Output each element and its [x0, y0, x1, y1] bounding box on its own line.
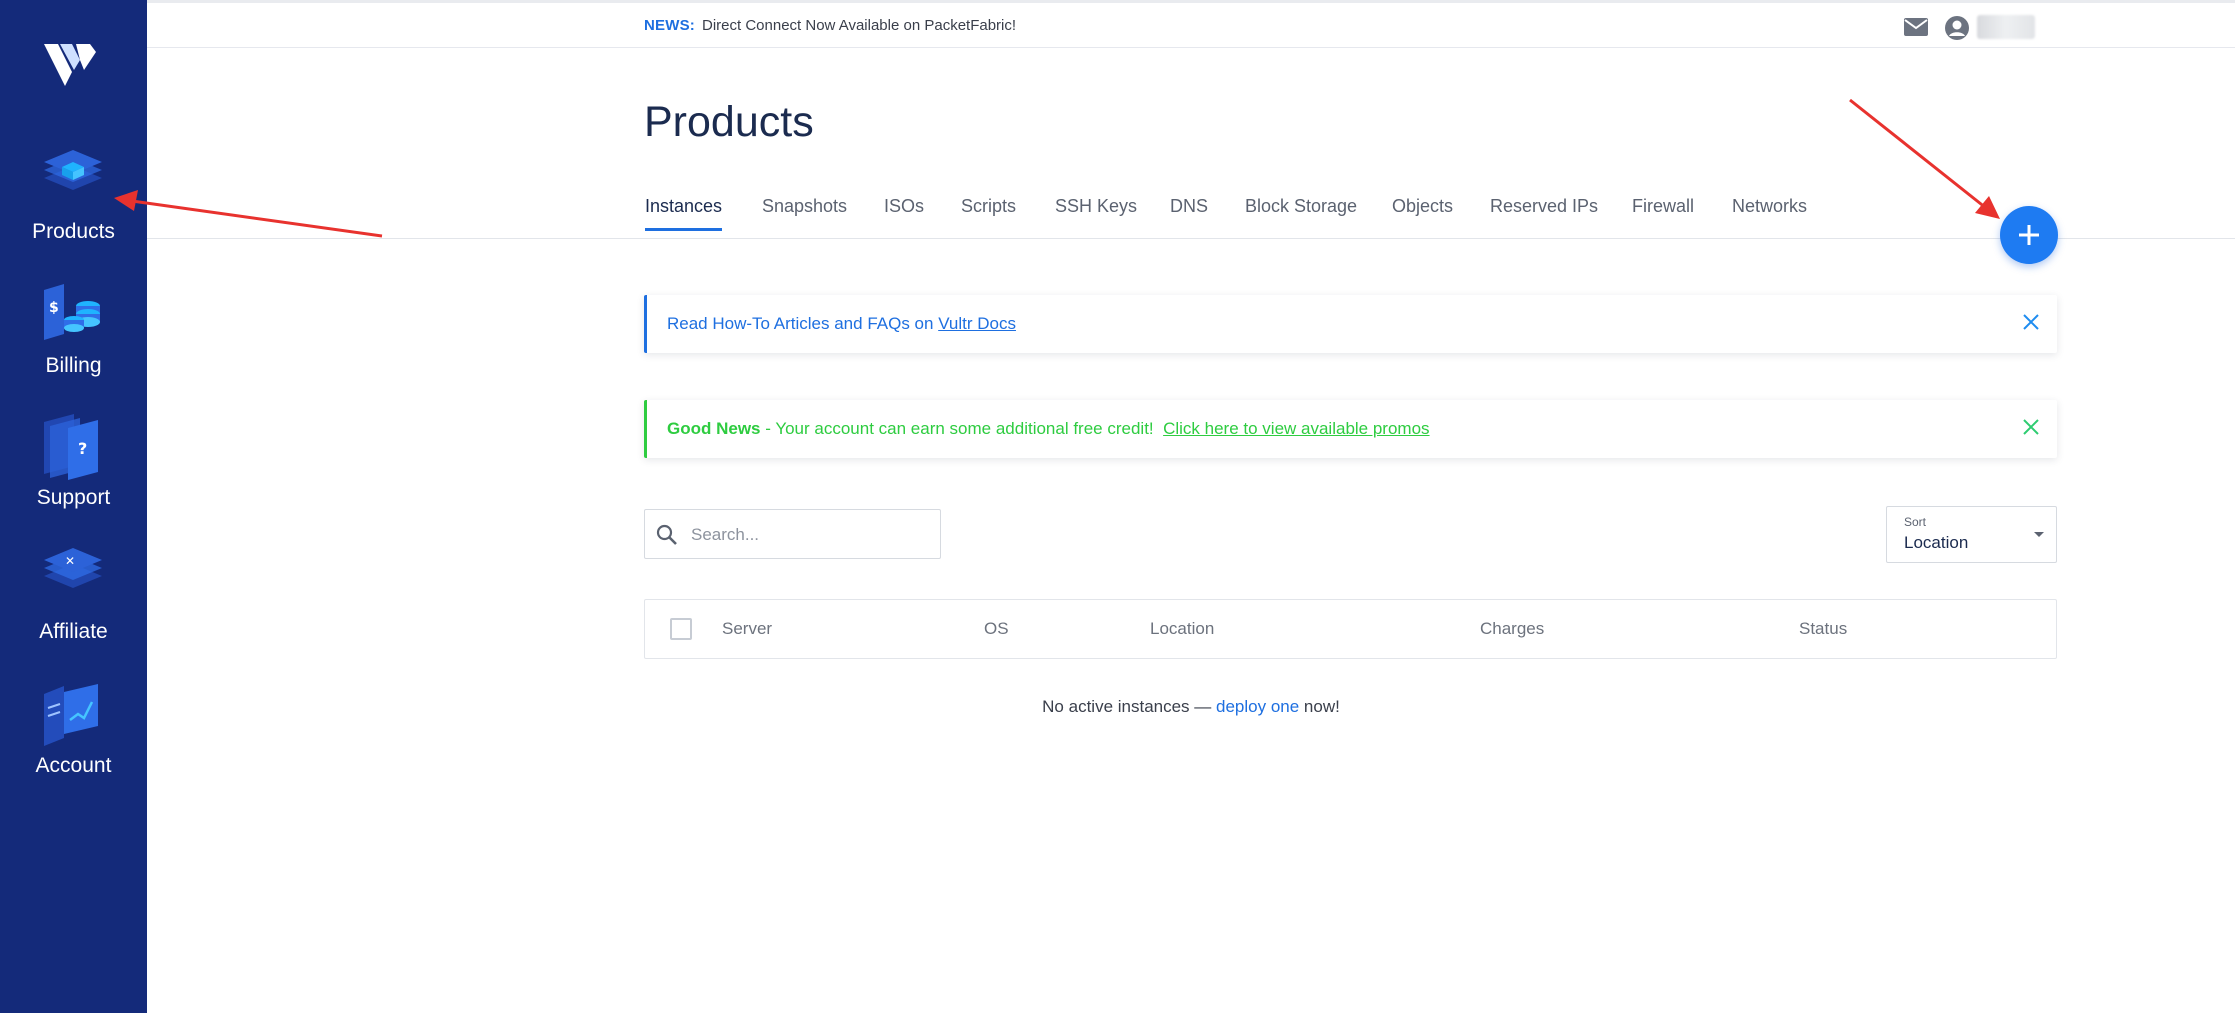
sidebar-item-billing[interactable]: $ Billing [0, 282, 147, 402]
instances-table-header: Server OS Location Charges Status [644, 599, 2057, 659]
tab-dns[interactable]: DNS [1170, 196, 1208, 231]
sort-select[interactable]: Sort Location [1886, 506, 2057, 563]
sidebar-item-label: Affiliate [39, 620, 108, 643]
tab-firewall[interactable]: Firewall [1632, 196, 1694, 231]
support-icon: ? [44, 414, 98, 480]
user-avatar-icon[interactable] [1944, 15, 1970, 41]
account-icon [44, 684, 98, 746]
sidebar-item-affiliate[interactable]: ✕ Affiliate [0, 548, 147, 668]
news-link[interactable]: Direct Connect Now Available on PacketFa… [702, 17, 1016, 34]
search-icon [656, 524, 677, 545]
page-title: Products [644, 98, 814, 146]
tab-block-storage[interactable]: Block Storage [1245, 196, 1357, 231]
arrow-to-add-button [1849, 98, 2000, 219]
sidebar-item-support[interactable]: ? Support [0, 414, 147, 534]
tab-isos[interactable]: ISOs [884, 196, 924, 231]
docs-alert-message: Read How-To Articles and FAQs on [667, 314, 939, 333]
column-server[interactable]: Server [722, 619, 772, 639]
sort-label: Sort [1904, 515, 1927, 529]
products-icon [44, 150, 102, 190]
column-charges[interactable]: Charges [1480, 619, 1544, 639]
deploy-one-link[interactable]: deploy one [1216, 697, 1299, 716]
promos-link[interactable]: Click here to view available promos [1163, 419, 1429, 438]
search-input[interactable] [691, 522, 931, 548]
tab-objects[interactable]: Objects [1392, 196, 1453, 231]
sidebar-item-label: Products [32, 220, 115, 243]
mail-icon[interactable] [1903, 17, 1929, 37]
user-name-blurred[interactable] [1977, 15, 2035, 39]
affiliate-icon: ✕ [44, 548, 102, 588]
top-bar: NEWS: Direct Connect Now Available on Pa… [147, 0, 2235, 48]
empty-state-suffix: now! [1299, 697, 1340, 716]
tab-scripts[interactable]: Scripts [961, 196, 1016, 231]
docs-alert: Read How-To Articles and FAQs on Vultr D… [644, 295, 2057, 353]
column-location[interactable]: Location [1150, 619, 1214, 639]
sidebar-item-label: Support [36, 486, 111, 509]
column-os[interactable]: OS [984, 619, 1009, 639]
svg-text:$: $ [49, 300, 59, 316]
tab-reserved-ips[interactable]: Reserved IPs [1490, 196, 1598, 231]
chevron-down-icon [2034, 532, 2044, 537]
search-box [644, 509, 941, 559]
sort-value: Location [1904, 533, 1969, 552]
empty-state-message: No active instances — deploy one now! [0, 697, 2235, 717]
tab-instances[interactable]: Instances [645, 196, 723, 231]
vultr-logo[interactable] [42, 42, 98, 92]
column-status[interactable]: Status [1799, 619, 1847, 639]
empty-state-prefix: No active instances — [1042, 697, 1217, 716]
sidebar-item-label: Account [35, 754, 112, 777]
tab-networks[interactable]: Networks [1732, 196, 1807, 231]
close-icon[interactable] [2019, 310, 2043, 334]
promo-alert: Good News - Your account can earn some a… [644, 400, 2057, 458]
docs-alert-text: Read How-To Articles and FAQs on Vultr D… [667, 314, 1016, 334]
billing-icon: $ [44, 284, 100, 340]
select-all-checkbox[interactable] [670, 618, 692, 640]
tab-ssh-keys[interactable]: SSH Keys [1055, 196, 1137, 231]
promo-alert-text: Good News - Your account can earn some a… [667, 419, 1430, 439]
deploy-new-button[interactable] [2000, 206, 2058, 264]
tabs-divider [147, 238, 2235, 239]
promo-alert-message: - Your account can earn some additional … [760, 419, 1164, 438]
sidebar: Products $ Billing ? Support ✕ Affiliate… [0, 0, 147, 1013]
sidebar-item-label: Billing [45, 354, 102, 377]
tab-snapshots[interactable]: Snapshots [762, 196, 847, 231]
arrow-to-products [114, 190, 383, 238]
news-tag: NEWS: [644, 17, 695, 34]
vultr-docs-link[interactable]: Vultr Docs [938, 314, 1016, 333]
close-icon[interactable] [2019, 415, 2043, 439]
svg-text:?: ? [78, 439, 87, 458]
plus-icon [2019, 225, 2039, 245]
svg-text:✕: ✕ [65, 554, 75, 568]
promo-alert-strong: Good News [667, 419, 761, 438]
sidebar-item-products[interactable]: Products [0, 148, 147, 268]
